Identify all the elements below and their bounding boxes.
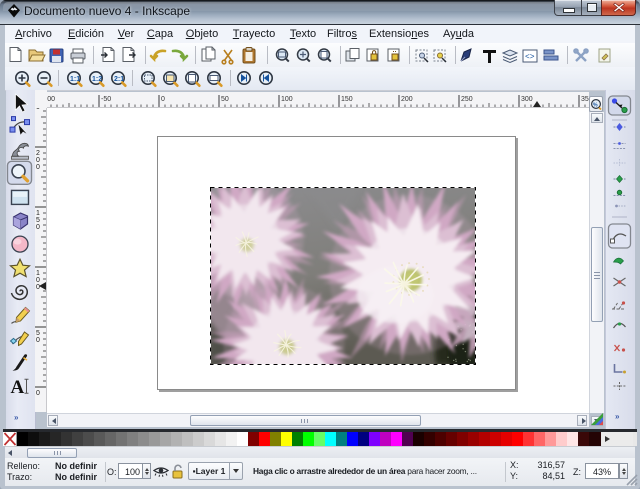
svg-text:»: » [14, 413, 19, 422]
svg-text:0: 0 [36, 390, 40, 397]
svg-text:0: 0 [161, 96, 165, 103]
svg-text:-50: -50 [101, 96, 111, 103]
svg-text:300: 300 [521, 96, 533, 103]
svg-text:-100: -100 [47, 96, 55, 103]
svg-text:0: 0 [36, 277, 40, 284]
svg-text:0: 0 [36, 337, 40, 344]
svg-text:5: 5 [36, 217, 40, 224]
svg-text:1:1: 1:1 [70, 76, 80, 83]
svg-text:1:2: 1:2 [92, 76, 102, 83]
svg-text:0: 0 [36, 157, 40, 164]
svg-text:2:1: 2:1 [114, 76, 124, 83]
svg-text:350: 350 [581, 96, 589, 103]
svg-text:0: 0 [36, 224, 40, 231]
svg-text:200: 200 [401, 96, 413, 103]
svg-text:2: 2 [36, 150, 40, 157]
svg-text:<>: <> [525, 53, 535, 62]
svg-text:250: 250 [461, 96, 473, 103]
svg-text:0: 0 [36, 108, 40, 111]
svg-text:A: A [11, 377, 25, 398]
svg-text:100: 100 [281, 96, 293, 103]
svg-text:%: % [593, 102, 598, 108]
svg-text:0: 0 [36, 164, 40, 171]
svg-text:1: 1 [36, 270, 40, 277]
svg-text:1: 1 [36, 210, 40, 217]
svg-text:5: 5 [36, 330, 40, 337]
svg-text:»: » [615, 412, 620, 421]
svg-text:0: 0 [36, 284, 40, 291]
svg-text:50: 50 [221, 96, 229, 103]
svg-text:150: 150 [341, 96, 353, 103]
